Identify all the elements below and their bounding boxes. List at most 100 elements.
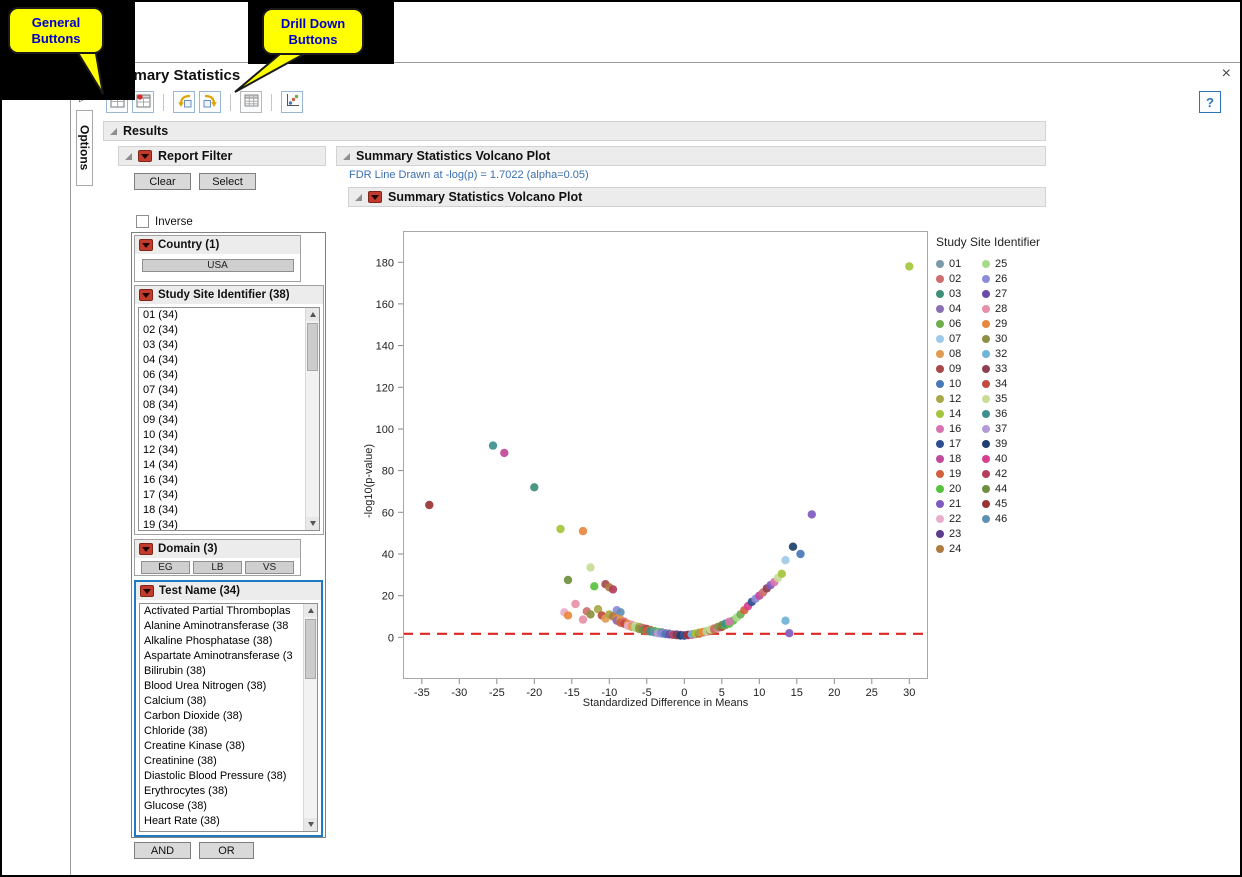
or-button[interactable]: OR [199, 842, 254, 859]
domain-value-vs[interactable]: VS [245, 561, 294, 574]
legend-item[interactable]: 01 [936, 256, 982, 271]
list-item[interactable]: Diastolic Blood Pressure (38) [140, 769, 303, 784]
scroll-down-icon[interactable] [304, 818, 317, 831]
next-analysis-button[interactable] [199, 91, 221, 113]
legend-item[interactable]: 20 [936, 481, 982, 496]
legend-item[interactable]: 03 [936, 286, 982, 301]
legend-item[interactable]: 46 [982, 511, 1028, 526]
legend-item[interactable]: 36 [982, 406, 1028, 421]
list-item[interactable]: 04 (34) [139, 353, 305, 368]
list-item[interactable]: 03 (34) [139, 338, 305, 353]
and-button[interactable]: AND [134, 842, 191, 859]
legend-item[interactable]: 07 [936, 331, 982, 346]
list-item[interactable]: 07 (34) [139, 383, 305, 398]
list-item[interactable]: Blood Urea Nitrogen (38) [140, 679, 303, 694]
legend-item[interactable]: 23 [936, 526, 982, 541]
legend-item[interactable]: 33 [982, 361, 1028, 376]
list-item[interactable]: 06 (34) [139, 368, 305, 383]
legend-item[interactable]: 29 [982, 316, 1028, 331]
legend-item[interactable]: 08 [936, 346, 982, 361]
legend-item[interactable]: 16 [936, 421, 982, 436]
legend-item[interactable]: 35 [982, 391, 1028, 406]
red-triangle-menu-icon[interactable] [139, 239, 153, 251]
select-button[interactable]: Select [199, 173, 256, 190]
list-item[interactable]: Chloride (38) [140, 724, 303, 739]
scroll-up-icon[interactable] [304, 604, 317, 617]
legend-item[interactable]: 44 [982, 481, 1028, 496]
legend-item[interactable]: 06 [936, 316, 982, 331]
scroll-up-icon[interactable] [306, 308, 319, 321]
legend-item[interactable]: 39 [982, 436, 1028, 451]
legend-item[interactable]: 18 [936, 451, 982, 466]
red-triangle-menu-icon[interactable] [140, 585, 154, 597]
scrollbar-thumb[interactable] [305, 619, 316, 679]
list-item[interactable]: 10 (34) [139, 428, 305, 443]
list-item[interactable]: Aspartate Aminotransferase (3 [140, 649, 303, 664]
list-item[interactable]: 02 (34) [139, 323, 305, 338]
list-item[interactable]: Creatinine (38) [140, 754, 303, 769]
options-panel-tab[interactable]: Options [76, 110, 93, 186]
clear-button[interactable]: Clear [134, 173, 191, 190]
scroll-down-icon[interactable] [306, 517, 319, 530]
legend-item[interactable]: 22 [936, 511, 982, 526]
legend-item[interactable]: 37 [982, 421, 1028, 436]
legend-item[interactable]: 34 [982, 376, 1028, 391]
disclosure-triangle-icon[interactable] [343, 153, 350, 160]
list-item[interactable]: 12 (34) [139, 443, 305, 458]
list-item[interactable]: Alanine Aminotransferase (38 [140, 619, 303, 634]
list-item[interactable]: Heart Rate (38) [140, 814, 303, 829]
list-item[interactable]: 17 (34) [139, 488, 305, 503]
legend-item[interactable]: 45 [982, 496, 1028, 511]
domain-value-eg[interactable]: EG [141, 561, 190, 574]
list-item[interactable]: 18 (34) [139, 503, 305, 518]
legend-item[interactable]: 04 [936, 301, 982, 316]
list-item[interactable]: 16 (34) [139, 473, 305, 488]
inverse-checkbox[interactable] [136, 215, 149, 228]
list-item[interactable]: Alkaline Phosphatase (38) [140, 634, 303, 649]
legend-item[interactable]: 32 [982, 346, 1028, 361]
list-item[interactable]: 09 (34) [139, 413, 305, 428]
list-item[interactable]: Glucose (38) [140, 799, 303, 814]
list-item[interactable]: Calcium (38) [140, 694, 303, 709]
legend-item[interactable]: 10 [936, 376, 982, 391]
scrollbar-thumb[interactable] [307, 323, 318, 371]
list-item[interactable]: 01 (34) [139, 308, 305, 323]
legend-item[interactable]: 21 [936, 496, 982, 511]
legend-item[interactable]: 14 [936, 406, 982, 421]
red-triangle-menu-icon[interactable] [138, 150, 152, 162]
red-triangle-menu-icon[interactable] [368, 191, 382, 203]
legend-item[interactable]: 28 [982, 301, 1028, 316]
legend-item[interactable]: 19 [936, 466, 982, 481]
list-item[interactable]: 14 (34) [139, 458, 305, 473]
legend-item[interactable]: 42 [982, 466, 1028, 481]
red-triangle-menu-icon[interactable] [139, 543, 153, 555]
legend-item[interactable]: 12 [936, 391, 982, 406]
test-name-scrollbar[interactable] [303, 604, 317, 831]
legend-item[interactable]: 25 [982, 256, 1028, 271]
legend-item[interactable]: 02 [936, 271, 982, 286]
legend-item[interactable]: 24 [936, 541, 982, 556]
domain-value-lb[interactable]: LB [193, 561, 242, 574]
list-item[interactable]: Carbon Dioxide (38) [140, 709, 303, 724]
list-item[interactable]: 19 (34) [139, 518, 305, 530]
country-value-usa[interactable]: USA [142, 259, 294, 272]
close-icon[interactable]: × [1222, 65, 1231, 83]
previous-analysis-button[interactable] [173, 91, 195, 113]
legend-item[interactable]: 09 [936, 361, 982, 376]
list-item[interactable]: 08 (34) [139, 398, 305, 413]
make-data-table-button[interactable] [132, 91, 154, 113]
legend-item[interactable]: 26 [982, 271, 1028, 286]
study-site-scrollbar[interactable] [305, 308, 319, 530]
list-item[interactable]: Bilirubin (38) [140, 664, 303, 679]
legend-item[interactable]: 27 [982, 286, 1028, 301]
red-triangle-menu-icon[interactable] [139, 289, 153, 301]
legend-item[interactable]: 30 [982, 331, 1028, 346]
list-item[interactable]: Creatine Kinase (38) [140, 739, 303, 754]
disclosure-triangle-icon[interactable] [110, 128, 117, 135]
disclosure-triangle-icon[interactable] [355, 194, 362, 201]
legend-item[interactable]: 17 [936, 436, 982, 451]
help-button[interactable]: ? [1199, 91, 1221, 113]
volcano-plot[interactable]: -35-30-25-20-15-10-505101520253002040608… [403, 231, 928, 679]
list-item[interactable]: Activated Partial Thromboplas [140, 604, 303, 619]
legend-item[interactable]: 40 [982, 451, 1028, 466]
